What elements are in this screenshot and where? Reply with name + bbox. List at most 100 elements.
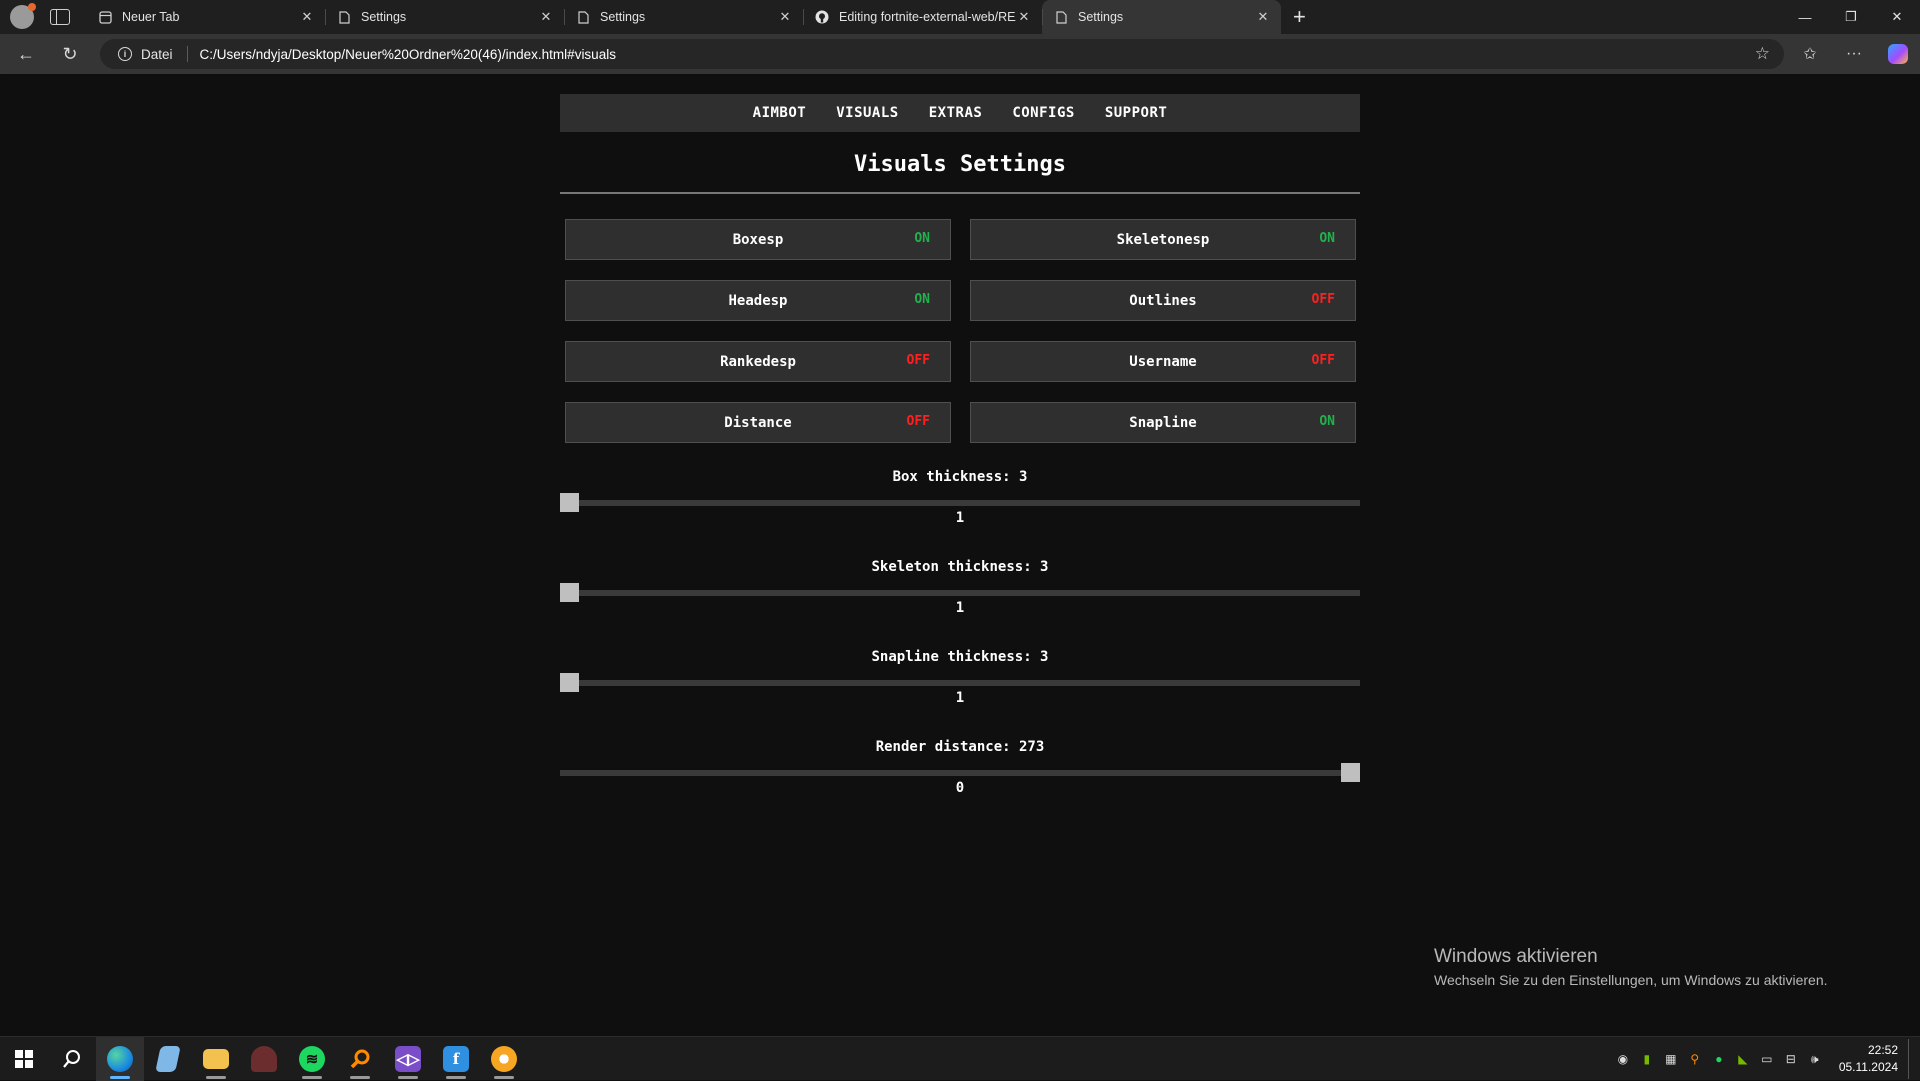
divider xyxy=(186,46,188,62)
toggle-state: ON xyxy=(1319,414,1335,429)
nvidia-tray-icon[interactable]: ◣ xyxy=(1731,1052,1755,1066)
tab-close-icon[interactable]: ✕ xyxy=(777,9,793,25)
tab-close-icon[interactable]: ✕ xyxy=(1016,9,1032,25)
taskbar: ≋ ◁▷ f ◉ ▮ ▦ ⚲ ● ◣ ▭ ⊟ 🕪 22:52 05.11.202… xyxy=(0,1036,1920,1081)
slider-snapline-thickness[interactable] xyxy=(560,673,1360,692)
tab-title: Settings xyxy=(361,10,407,24)
toggle-label: Outlines xyxy=(1129,292,1197,309)
slider-value: 1 xyxy=(955,690,965,706)
menu-support[interactable]: SUPPORT xyxy=(1105,105,1168,121)
reload-icon[interactable]: ↻ xyxy=(52,38,88,70)
discord-icon[interactable]: ◉ xyxy=(1611,1052,1635,1066)
system-tray: ◉ ▮ ▦ ⚲ ● ◣ ▭ ⊟ 🕪 22:52 05.11.2024 xyxy=(1611,1037,1920,1081)
more-options-icon[interactable]: ··· xyxy=(1832,45,1876,63)
app-f-icon[interactable]: f xyxy=(432,1037,480,1081)
tab-close-icon[interactable]: ✕ xyxy=(538,9,554,25)
watermark-subtitle: Wechseln Sie zu den Einstellungen, um Wi… xyxy=(1434,972,1828,988)
spotify-tray-icon[interactable]: ● xyxy=(1707,1052,1731,1066)
menu-visuals[interactable]: VISUALS xyxy=(836,105,899,121)
slider-value: 0 xyxy=(955,780,965,796)
slider-title-snapline-thickness: Snapline thickness: 3 xyxy=(871,649,1049,665)
tab-close-icon[interactable]: ✕ xyxy=(299,9,315,25)
toggle-distance[interactable]: Distance OFF xyxy=(565,402,951,443)
page-viewport: AIMBOT VISUALS EXTRAS CONFIGS SUPPORT Vi… xyxy=(4,74,1916,1036)
address-bar[interactable]: i Datei C:/Users/ndyja/Desktop/Neuer%20O… xyxy=(100,39,1784,69)
toggle-state: ON xyxy=(1319,231,1335,246)
menu-configs[interactable]: CONFIGS xyxy=(1012,105,1075,121)
new-tab-button[interactable]: + xyxy=(1293,6,1306,28)
toggle-label: Rankedesp xyxy=(720,353,796,370)
toggle-outlines[interactable]: Outlines OFF xyxy=(970,280,1356,321)
toggle-skeletonesp[interactable]: Skeletonesp ON xyxy=(970,219,1356,260)
minimize-icon[interactable]: — xyxy=(1782,0,1828,34)
toggle-headesp[interactable]: Headesp ON xyxy=(565,280,951,321)
tab-title: Settings xyxy=(600,10,646,24)
favorites-icon[interactable]: ✩ xyxy=(1788,44,1832,64)
clock-date: 05.11.2024 xyxy=(1838,1060,1898,1074)
network-icon[interactable]: ⊟ xyxy=(1779,1052,1803,1066)
tab-close-icon[interactable]: ✕ xyxy=(1255,9,1271,25)
notepad-icon[interactable] xyxy=(144,1037,192,1081)
slider-title-box-thickness: Box thickness: 3 xyxy=(892,469,1028,485)
spotify-icon[interactable]: ≋ xyxy=(288,1037,336,1081)
nvidia-icon[interactable]: ▮ xyxy=(1635,1052,1659,1066)
monitor-icon[interactable]: ▭ xyxy=(1755,1052,1779,1066)
restore-icon[interactable]: ❐ xyxy=(1828,0,1874,34)
tab-strip: Neuer Tab ✕ Settings ✕ Settings ✕ Editin… xyxy=(86,0,1281,34)
search-tool-tray-icon[interactable]: ⚲ xyxy=(1683,1052,1707,1066)
watermark-title: Windows aktivieren xyxy=(1434,946,1598,967)
slider-value: 1 xyxy=(955,510,965,526)
menu-extras[interactable]: EXTRAS xyxy=(929,105,983,121)
toggle-state: OFF xyxy=(1311,292,1335,307)
toggle-state: OFF xyxy=(906,353,930,368)
copilot-icon[interactable] xyxy=(1876,44,1920,64)
github-icon xyxy=(815,10,829,24)
visual-studio-icon[interactable]: ◁▷ xyxy=(384,1037,432,1081)
divider xyxy=(560,192,1360,194)
slider-title-skeleton-thickness: Skeleton thickness: 3 xyxy=(871,559,1049,575)
clock[interactable]: 22:52 05.11.2024 xyxy=(1839,1042,1898,1076)
browser-tab[interactable]: Neuer Tab ✕ xyxy=(86,0,325,34)
volume-icon[interactable]: 🕪 xyxy=(1803,1052,1827,1067)
close-window-icon[interactable]: ✕ xyxy=(1874,0,1920,34)
slider-title-render-distance: Render distance: 273 xyxy=(875,739,1045,755)
show-desktop-area[interactable] xyxy=(1908,1039,1918,1079)
browser-tab[interactable]: Settings ✕ xyxy=(325,0,564,34)
toggle-snapline[interactable]: Snapline ON xyxy=(970,402,1356,443)
toggle-rankedesp[interactable]: Rankedesp OFF xyxy=(565,341,951,382)
scheme-label: Datei xyxy=(141,46,173,62)
toggle-label: Distance xyxy=(724,414,792,431)
search-icon[interactable] xyxy=(48,1037,96,1081)
toggle-username[interactable]: Username OFF xyxy=(970,341,1356,382)
clock-time: 22:52 xyxy=(1867,1043,1898,1057)
character-app-icon[interactable] xyxy=(240,1037,288,1081)
edge-icon[interactable] xyxy=(96,1036,144,1081)
windows-start-icon[interactable] xyxy=(0,1037,48,1081)
browser-tab[interactable]: Editing fortnite-external-web/REA ✕ xyxy=(803,0,1042,34)
favorite-star-icon[interactable]: ☆ xyxy=(1755,44,1770,64)
menu-aimbot[interactable]: AIMBOT xyxy=(753,105,807,121)
keyboard-icon[interactable]: ▦ xyxy=(1659,1052,1683,1066)
file-explorer-icon[interactable] xyxy=(192,1037,240,1081)
search-tool-icon[interactable] xyxy=(336,1037,384,1081)
windows-activation-watermark: Windows aktivieren Wechseln Sie zu den E… xyxy=(1434,946,1828,988)
url-text[interactable]: C:/Users/ndyja/Desktop/Neuer%20Ordner%20… xyxy=(200,47,616,62)
tab-actions-icon[interactable] xyxy=(50,9,70,25)
page-icon xyxy=(576,10,590,24)
page-icon xyxy=(1054,10,1068,24)
chrome-canary-icon[interactable] xyxy=(480,1037,528,1081)
browser-tab-bar: Neuer Tab ✕ Settings ✕ Settings ✕ Editin… xyxy=(0,0,1920,34)
address-bar-row: ← ↻ i Datei C:/Users/ndyja/Desktop/Neuer… xyxy=(0,34,1920,74)
toggle-label: Snapline xyxy=(1129,414,1197,431)
site-info-icon[interactable]: i xyxy=(118,47,132,61)
toggle-state: OFF xyxy=(1311,353,1335,368)
browser-tab-active[interactable]: Settings ✕ xyxy=(1042,0,1281,34)
slider-render-distance[interactable] xyxy=(560,763,1360,782)
profile-avatar[interactable] xyxy=(10,3,36,29)
toggle-state: OFF xyxy=(906,414,930,429)
back-arrow-icon[interactable]: ← xyxy=(8,38,44,70)
slider-skeleton-thickness[interactable] xyxy=(560,583,1360,602)
browser-tab[interactable]: Settings ✕ xyxy=(564,0,803,34)
toggle-boxesp[interactable]: Boxesp ON xyxy=(565,219,951,260)
slider-box-thickness[interactable] xyxy=(560,493,1360,512)
